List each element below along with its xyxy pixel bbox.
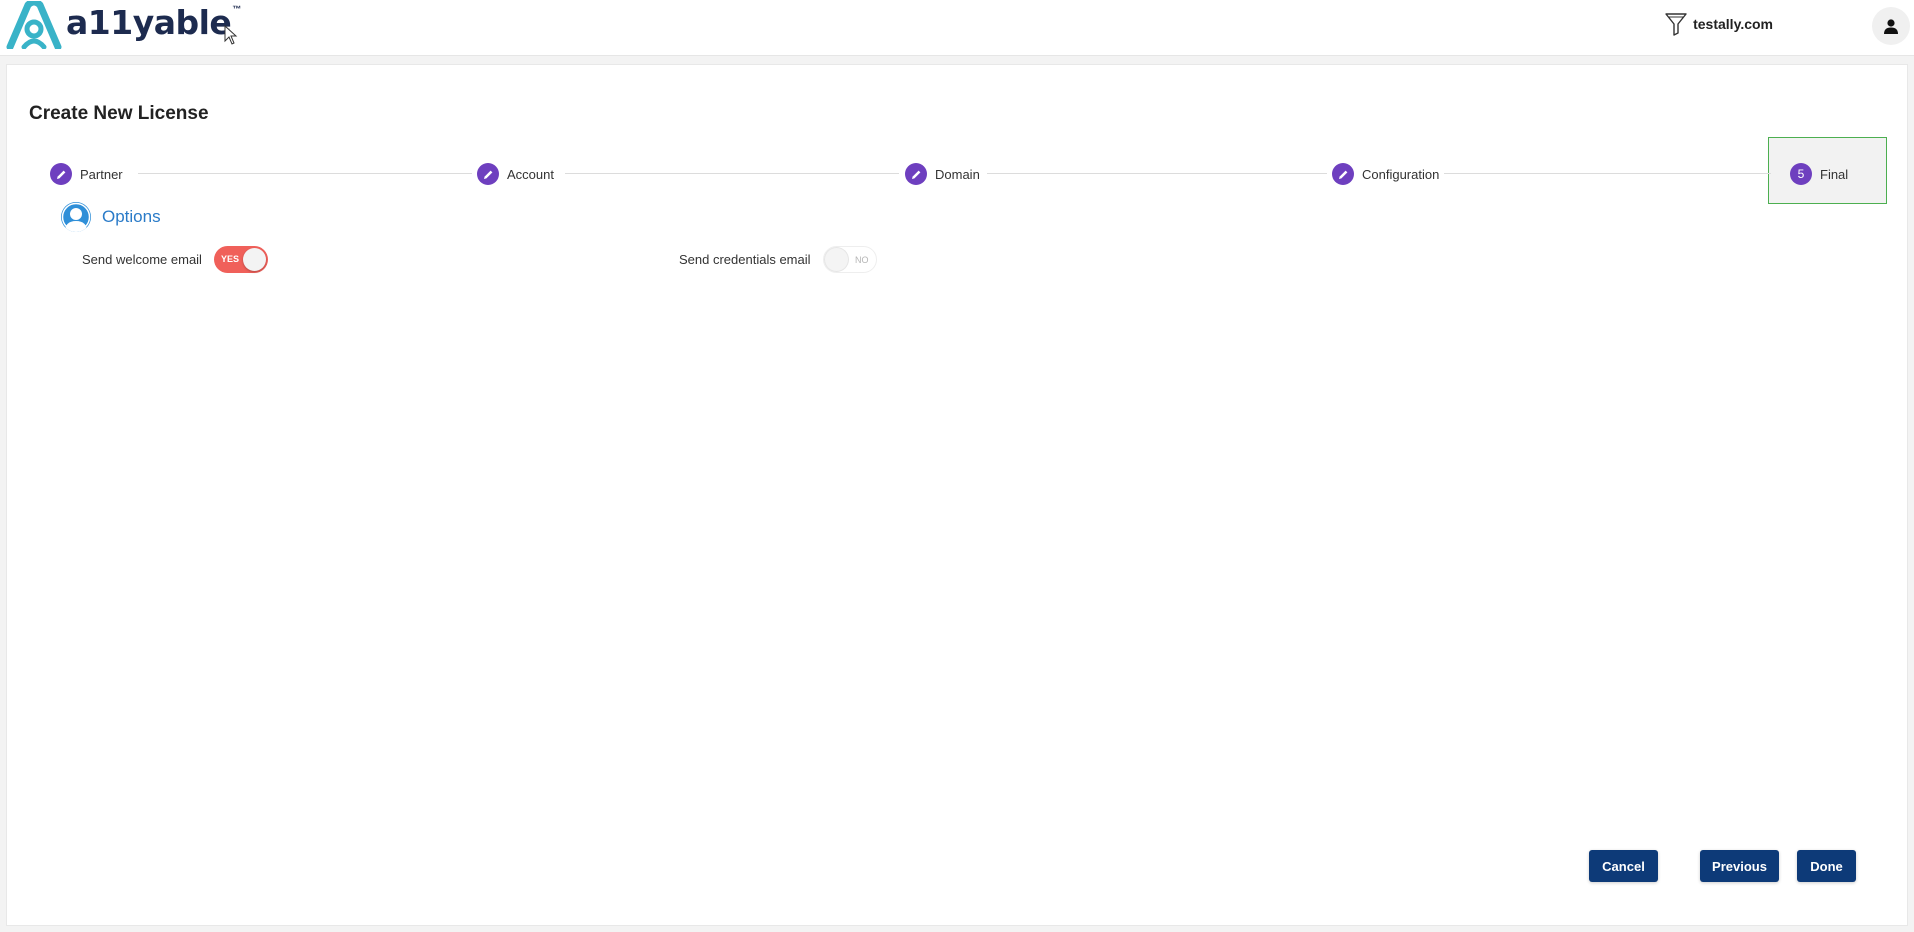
domain-name: testally.com [1693,16,1773,32]
logo-mark-icon [6,1,62,49]
previous-button[interactable]: Previous [1700,850,1779,882]
user-menu-button[interactable] [1872,7,1910,45]
step-connector [987,173,1327,174]
mouse-cursor-icon [224,24,238,50]
step-account[interactable]: Account [477,163,554,185]
options-title: Options [102,207,161,226]
step-configuration[interactable]: Configuration [1332,163,1439,185]
step-label: Domain [935,166,980,182]
welcome-email-label: Send welcome email [82,252,202,267]
pencil-icon [477,163,499,185]
toggle-state-text: YES [220,254,239,264]
logo-trademark: ™ [232,4,242,14]
logo[interactable]: a11yable ™ [6,0,242,50]
top-bar: a11yable ™ testally.com [0,0,1914,56]
step-number: 5 [1790,163,1812,185]
pencil-icon [905,163,927,185]
welcome-email-toggle[interactable]: YES [213,246,268,273]
step-connector [138,173,472,174]
step-label: Configuration [1362,166,1440,182]
cancel-button[interactable]: Cancel [1589,850,1658,882]
done-button[interactable]: Done [1797,850,1856,882]
toggle-knob [242,248,266,271]
credentials-email-row: Send credentials email NO [679,246,877,273]
pencil-icon [50,163,72,185]
person-icon [61,202,91,232]
pencil-icon [1332,163,1354,185]
credentials-email-toggle[interactable]: NO [822,246,877,273]
user-icon [1884,19,1898,34]
options-section-header: Options [61,202,161,232]
step-domain[interactable]: Domain [905,163,980,185]
toggle-state-text: NO [855,255,869,265]
domain-filter[interactable]: testally.com [1665,12,1773,36]
step-connector [1444,173,1771,174]
page-title: Create New License [29,103,209,124]
license-wizard-card: Create New License Partner Account Domai… [6,64,1908,926]
step-partner[interactable]: Partner [50,163,123,185]
step-final[interactable]: 5 Final [1790,163,1848,185]
step-label: Final [1820,166,1849,182]
stepper: Partner Account Domain Configuration 5 F… [7,137,1909,207]
step-connector [565,173,899,174]
step-label: Partner [80,166,123,182]
step-label: Account [507,166,554,182]
filter-icon [1665,13,1687,36]
welcome-email-row: Send welcome email YES [82,246,268,273]
toggle-knob [824,248,848,271]
credentials-email-label: Send credentials email [679,252,811,267]
logo-text: a11yable [66,2,232,42]
